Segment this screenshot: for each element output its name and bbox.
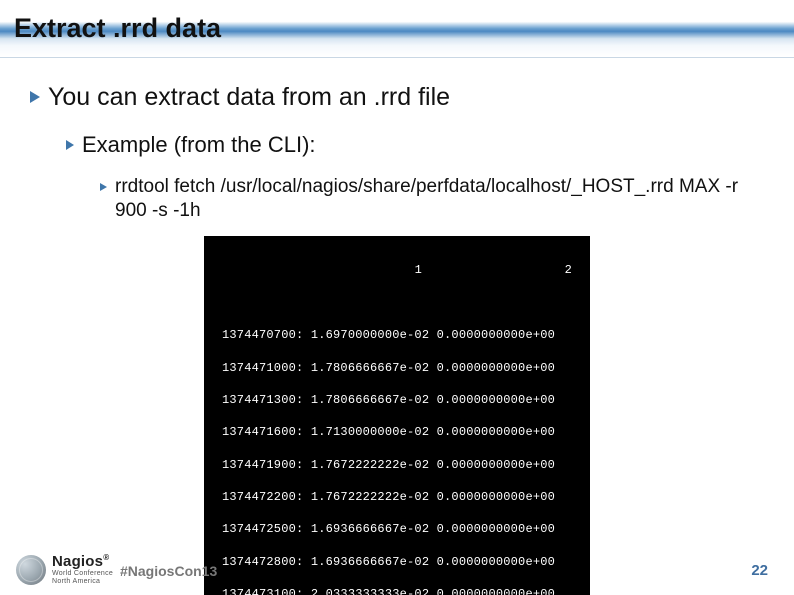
bullet-level2-text: Example (from the CLI): <box>82 131 316 159</box>
conference-hashtag: #NagiosCon13 <box>120 563 217 579</box>
brand-sub1: World Conference <box>52 570 113 577</box>
slide: Extract .rrd data You can extract data f… <box>0 0 794 595</box>
terminal-container: 12 1374470700: 1.6970000000e-02 0.000000… <box>0 236 794 595</box>
terminal-header-col2: 2 <box>422 262 572 278</box>
bullet-level1-text: You can extract data from an .rrd file <box>48 82 450 113</box>
terminal-row: 1374471900: 1.7672222222e-02 0.000000000… <box>222 457 572 473</box>
bullet-level3-text: rrdtool fetch /usr/local/nagios/share/pe… <box>115 175 760 223</box>
slide-body: You can extract data from an .rrd file E… <box>0 70 794 595</box>
terminal-row: 1374472200: 1.7672222222e-02 0.000000000… <box>222 489 572 505</box>
terminal-output: 12 1374470700: 1.6970000000e-02 0.000000… <box>204 236 590 595</box>
page-number: 22 <box>751 562 768 579</box>
terminal-row: 1374472500: 1.6936666667e-02 0.000000000… <box>222 521 572 537</box>
arrow-right-icon <box>100 183 107 191</box>
bullet-level3: rrdtool fetch /usr/local/nagios/share/pe… <box>100 175 760 223</box>
brand-name: Nagios® <box>52 554 113 569</box>
nagios-logo: Nagios® World Conference North America <box>16 554 113 585</box>
arrow-right-icon <box>30 91 40 103</box>
terminal-row: 1374471300: 1.7806666667e-02 0.000000000… <box>222 392 572 408</box>
slide-header: Extract .rrd data <box>0 0 794 58</box>
terminal-row: 1374471000: 1.7806666667e-02 0.000000000… <box>222 360 572 376</box>
brand-text: Nagios <box>52 553 103 570</box>
logo-text: Nagios® World Conference North America <box>52 554 113 585</box>
terminal-header-row: 12 <box>222 262 572 278</box>
slide-title: Extract .rrd data <box>14 13 221 44</box>
globe-icon <box>16 555 46 585</box>
terminal-row: 1374470700: 1.6970000000e-02 0.000000000… <box>222 327 572 343</box>
terminal-blank-line <box>222 295 572 311</box>
terminal-row: 1374471600: 1.7130000000e-02 0.000000000… <box>222 424 572 440</box>
brand-sub2: North America <box>52 578 113 585</box>
bullet-level1: You can extract data from an .rrd file <box>30 82 794 113</box>
arrow-right-icon <box>66 140 74 150</box>
terminal-header-col1: 1 <box>222 262 422 278</box>
slide-footer: Nagios® World Conference North America #… <box>0 549 794 595</box>
registered-mark: ® <box>103 553 109 562</box>
bullet-level2: Example (from the CLI): <box>66 131 794 159</box>
